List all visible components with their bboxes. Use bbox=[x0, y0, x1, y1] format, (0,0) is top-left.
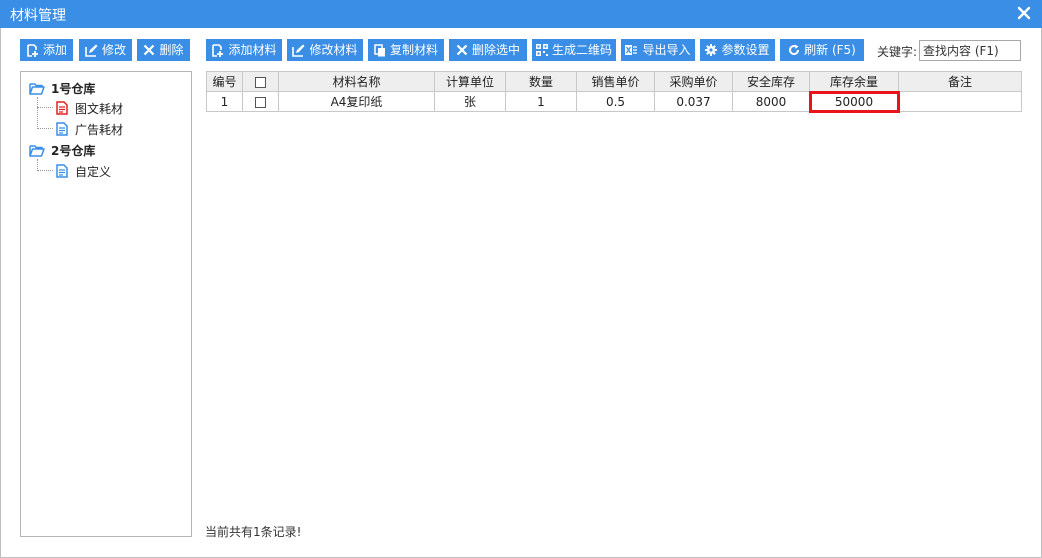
tree-connector bbox=[37, 97, 38, 129]
cell-remark bbox=[898, 91, 1022, 112]
cell-name: A4复印纸 bbox=[278, 91, 435, 112]
tree-item-graphic-supplies[interactable]: 图文耗材 bbox=[56, 99, 123, 117]
refresh-icon bbox=[789, 44, 800, 56]
qrcode-icon bbox=[535, 44, 548, 56]
column-header-select-all[interactable] bbox=[242, 71, 279, 92]
cell-purchase-price: 0.037 bbox=[654, 91, 733, 112]
cell-stock-remaining: 50000 bbox=[808, 90, 900, 113]
record-count-status: 当前共有1条记录! bbox=[205, 525, 302, 539]
column-header-sale-price[interactable]: 销售单价 bbox=[576, 71, 655, 92]
cell-id: 1 bbox=[206, 91, 243, 112]
tree-item-label: 图文耗材 bbox=[75, 101, 124, 116]
column-header-name[interactable]: 材料名称 bbox=[278, 71, 435, 92]
document-blue-icon bbox=[56, 122, 68, 136]
cell-quantity: 1 bbox=[505, 91, 577, 112]
table-header-row: 编号 材料名称 计算单位 数量 销售单价 采购单价 安全库存 库存余量 备注 bbox=[206, 71, 1022, 92]
window-title: 材料管理 bbox=[10, 8, 66, 24]
tree-item-ad-supplies[interactable]: 广告耗材 bbox=[56, 120, 123, 138]
tree-node-warehouse-1[interactable]: 1号仓库 bbox=[29, 79, 95, 97]
tree-node-label: 1号仓库 bbox=[51, 81, 96, 96]
export-import-button[interactable]: 导出导入 bbox=[621, 39, 695, 61]
keyword-label: 关键字: bbox=[877, 45, 918, 59]
edit-icon bbox=[85, 44, 98, 57]
column-header-id[interactable]: 编号 bbox=[206, 71, 243, 92]
cell-select[interactable] bbox=[242, 91, 279, 112]
settings-label: 参数设置 bbox=[721, 43, 770, 57]
title-bar: 材料管理 bbox=[0, 0, 1042, 28]
tree-item-custom[interactable]: 自定义 bbox=[56, 162, 111, 180]
add-button[interactable]: 添加 bbox=[20, 39, 73, 61]
delete-label: 删除 bbox=[159, 43, 184, 57]
refresh-button[interactable]: 刷新 (F5) bbox=[780, 39, 864, 61]
delete-selected-button[interactable]: 删除选中 bbox=[449, 39, 527, 61]
add-label: 添加 bbox=[42, 43, 67, 57]
column-header-stock-remaining[interactable]: 库存余量 bbox=[809, 71, 899, 92]
keyword-search-input[interactable] bbox=[919, 40, 1021, 61]
table-row[interactable]: 1 A4复印纸 张 1 0.5 0.037 8000 50000 bbox=[206, 90, 1022, 113]
column-header-unit[interactable]: 计算单位 bbox=[434, 71, 506, 92]
warehouse-tree: 1号仓库 图文耗材 广告耗材 2号仓库 自定义 bbox=[20, 71, 192, 537]
export-import-icon bbox=[625, 45, 638, 55]
column-header-purchase-price[interactable]: 采购单价 bbox=[654, 71, 733, 92]
tree-connector bbox=[37, 128, 53, 129]
document-red-icon bbox=[56, 101, 68, 115]
edit-material-button[interactable]: 修改材料 bbox=[287, 39, 363, 61]
tree-item-label: 广告耗材 bbox=[75, 122, 124, 137]
edit-button[interactable]: 修改 bbox=[79, 39, 132, 61]
edit-material-label: 修改材料 bbox=[309, 43, 358, 57]
tree-connector bbox=[37, 170, 53, 171]
column-header-remark[interactable]: 备注 bbox=[898, 71, 1022, 92]
generate-qrcode-label: 生成二维码 bbox=[551, 43, 612, 57]
add-doc-icon bbox=[212, 43, 224, 57]
tree-node-warehouse-2[interactable]: 2号仓库 bbox=[29, 141, 95, 159]
generate-qrcode-button[interactable]: 生成二维码 bbox=[532, 39, 616, 61]
folder-open-icon bbox=[29, 82, 45, 95]
row-checkbox[interactable] bbox=[255, 96, 266, 108]
add-doc-icon bbox=[27, 43, 38, 57]
add-material-label: 添加材料 bbox=[228, 43, 277, 57]
select-all-checkbox[interactable] bbox=[255, 76, 266, 88]
tree-connector bbox=[37, 107, 53, 108]
delete-x-icon bbox=[144, 44, 155, 56]
settings-button[interactable]: 参数设置 bbox=[700, 39, 775, 61]
close-icon[interactable] bbox=[1014, 3, 1034, 23]
cell-safety-stock: 8000 bbox=[732, 91, 810, 112]
tree-item-label: 自定义 bbox=[75, 164, 112, 179]
copy-material-button[interactable]: 复制材料 bbox=[368, 39, 444, 61]
edit-label: 修改 bbox=[101, 43, 126, 57]
edit-icon bbox=[292, 44, 305, 57]
column-header-safety-stock[interactable]: 安全库存 bbox=[732, 71, 810, 92]
cell-unit: 张 bbox=[434, 91, 506, 112]
add-material-button[interactable]: 添加材料 bbox=[206, 39, 282, 61]
copy-material-label: 复制材料 bbox=[389, 43, 438, 57]
column-header-quantity[interactable]: 数量 bbox=[505, 71, 577, 92]
copy-icon bbox=[374, 43, 385, 56]
delete-selected-label: 删除选中 bbox=[471, 43, 520, 57]
folder-open-icon bbox=[29, 144, 45, 157]
document-blue-icon bbox=[56, 164, 68, 178]
refresh-label: 刷新 (F5) bbox=[804, 43, 856, 57]
cell-sale-price: 0.5 bbox=[576, 91, 655, 112]
delete-x-icon bbox=[456, 44, 468, 56]
materials-table: 编号 材料名称 计算单位 数量 销售单价 采购单价 安全库存 库存余量 备注 1… bbox=[206, 71, 1022, 113]
export-import-label: 导出导入 bbox=[642, 43, 691, 57]
gear-icon bbox=[705, 44, 718, 56]
delete-button[interactable]: 删除 bbox=[137, 39, 190, 61]
tree-node-label: 2号仓库 bbox=[51, 143, 96, 158]
